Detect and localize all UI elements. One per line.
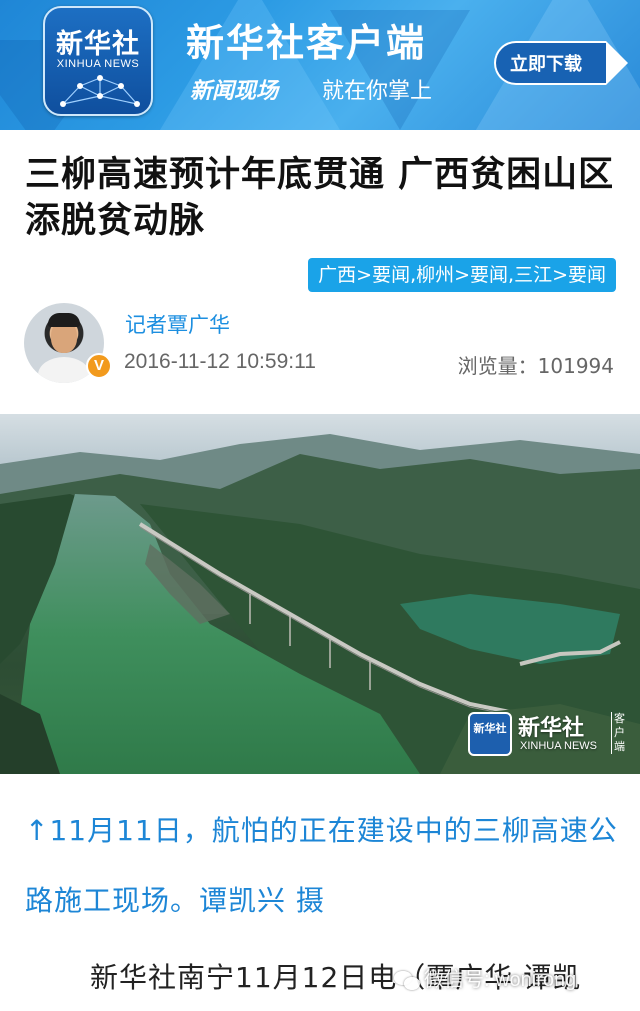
app-download-banner[interactable]: 新华社 XINHUA NEWS 新华社客户端 新闻现场 就在你掌上 立即下载 [0, 0, 640, 130]
wechat-icon [394, 970, 420, 991]
banner-slogan-bold: 新闻现场 [190, 79, 279, 104]
publish-timestamp: 2016-11-12 10:59:11 [124, 350, 316, 373]
avatar-shirt [38, 357, 90, 383]
watermark-logo-icon: 新华社 [468, 712, 512, 756]
wechat-id-text: 微信号: wonirong [424, 969, 577, 991]
watermark-side-text: 客户端 [611, 712, 625, 754]
xinhua-watermark: 新华社 新华社 XINHUA NEWS 客户端 [468, 712, 628, 758]
watermark-english: XINHUA NEWS [520, 740, 598, 752]
verified-badge-icon: V [86, 353, 112, 379]
view-count-label: 浏览量： [457, 354, 538, 378]
xinhua-app-logo: 新华社 XINHUA NEWS [43, 6, 153, 116]
photo-caption: ↑11月11日，航怕的正在建设中的三柳高速公路施工现场。谭凯兴 摄 [25, 814, 618, 917]
wechat-watermark: 微信号: wonirong [388, 962, 582, 998]
view-count-value: 101994 [537, 354, 614, 378]
article-photo[interactable]: 新华社 新华社 XINHUA NEWS 客户端 [0, 414, 640, 774]
category-tags[interactable]: 广西>要闻,柳州>要闻,三江>要闻 [308, 258, 616, 292]
reporter-name[interactable]: 记者覃广华 [125, 309, 230, 339]
download-button[interactable]: 立即下载 [494, 41, 628, 85]
article-headline: 三柳高速预计年底贯通 广西贫困山区添脱贫动脉 [25, 155, 615, 241]
network-icon [60, 75, 140, 107]
logo-chinese-text: 新华社 [56, 29, 140, 60]
download-button-label: 立即下载 [510, 54, 582, 75]
watermark-chinese: 新华社 [518, 715, 585, 741]
arrow-right-icon [606, 45, 624, 81]
avatar-hair [48, 313, 80, 327]
logo-english-text: XINHUA NEWS [56, 58, 140, 70]
banner-slogan: 就在你掌上 [322, 79, 433, 104]
banner-title: 新华社客户端 [186, 21, 427, 65]
view-count: 浏览量：101994 [458, 350, 614, 379]
